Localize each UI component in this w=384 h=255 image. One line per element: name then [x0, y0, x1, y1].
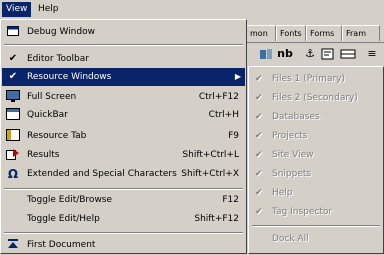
full-screen-icon [6, 90, 20, 104]
anchor-icon[interactable]: ⚓ [302, 46, 318, 62]
check-icon: ✔ [255, 169, 263, 179]
menu-item-first-document[interactable]: First Document [2, 236, 245, 254]
menu-item-toggle-edit-help[interactable]: Toggle Edit/Help Shift+F12 [2, 210, 245, 228]
check-icon: ✔ [255, 74, 263, 84]
menubar: View Help [0, 0, 384, 19]
menu-item-quickbar[interactable]: QuickBar Ctrl+H [2, 106, 245, 124]
check-icon: ✔ [255, 150, 263, 160]
check-icon: ✔ [255, 207, 263, 217]
menu-separator [4, 232, 243, 234]
resource-windows-submenu: ✔ Files 1 (Primary) ✔ Files 2 (Secondary… [248, 66, 384, 254]
submenu-item-snippets[interactable]: ✔ Snippets [250, 165, 382, 183]
first-document-icon [6, 238, 20, 252]
check-icon: ✔ [255, 93, 263, 103]
link-icon[interactable] [258, 46, 274, 62]
menu-item-debug-window[interactable]: Debug Window [2, 23, 245, 41]
editor-tab-row: mon Fonts Forms Fram [246, 24, 384, 42]
nobreak-icon[interactable]: nb [276, 46, 294, 62]
tab-fonts[interactable]: Fonts [276, 25, 306, 41]
check-icon: ✔ [8, 71, 18, 82]
results-icon [6, 148, 20, 162]
omega-icon: Ω [7, 167, 19, 181]
menu-item-resource-windows[interactable]: ✔ Resource Windows ▶ [2, 68, 245, 86]
form-icon[interactable] [320, 46, 336, 62]
submenu-item-site-view[interactable]: ✔ Site View [250, 146, 382, 164]
menu-separator [4, 188, 243, 190]
editor-toolbar: nb ⚓ ≡ [246, 42, 384, 65]
submenu-item-dock-all[interactable]: Dock All [250, 230, 382, 248]
submenu-item-help[interactable]: ✔ Help [250, 184, 382, 202]
menu-help[interactable]: Help [34, 2, 63, 17]
menu-item-editor-toolbar[interactable]: ✔ Editor Toolbar [2, 50, 245, 68]
submenu-item-files-primary[interactable]: ✔ Files 1 (Primary) [250, 70, 382, 88]
quickbar-icon [6, 108, 20, 122]
menu-item-toggle-edit-browse[interactable]: Toggle Edit/Browse F12 [2, 191, 245, 209]
check-icon: ✔ [8, 53, 18, 64]
tab-frames[interactable]: Fram [342, 25, 380, 41]
submenu-separator [252, 225, 380, 227]
menu-item-special-characters[interactable]: Ω Extended and Special Characters Shift+… [2, 165, 245, 183]
check-icon: ✔ [255, 112, 263, 122]
menu-separator [4, 44, 243, 46]
debug-window-icon [6, 25, 20, 39]
submenu-item-databases[interactable]: ✔ Databases [250, 108, 382, 126]
view-menu-dropdown: Debug Window ✔ Editor Toolbar ✔ Resource… [0, 19, 247, 254]
check-icon: ✔ [255, 131, 263, 141]
tab-forms[interactable]: Forms [306, 25, 342, 41]
submenu-item-tag-inspector[interactable]: ✔ Tag Inspector [250, 203, 382, 221]
menu-item-resource-tab[interactable]: Resource Tab F9 [2, 127, 245, 145]
submenu-arrow-icon: ▶ [234, 72, 241, 81]
resource-tab-icon [6, 129, 20, 143]
table-icon[interactable] [340, 46, 356, 62]
menu-view[interactable]: View [2, 2, 32, 17]
tab-common[interactable]: mon [246, 25, 276, 41]
submenu-item-projects[interactable]: ✔ Projects [250, 127, 382, 145]
submenu-item-files-secondary[interactable]: ✔ Files 2 (Secondary) [250, 89, 382, 107]
menu-item-full-screen[interactable]: Full Screen Ctrl+F12 [2, 88, 245, 106]
check-icon: ✔ [255, 188, 263, 198]
menu-item-results[interactable]: Results Shift+Ctrl+L [2, 146, 245, 164]
align-icon[interactable]: ≡ [364, 46, 380, 62]
